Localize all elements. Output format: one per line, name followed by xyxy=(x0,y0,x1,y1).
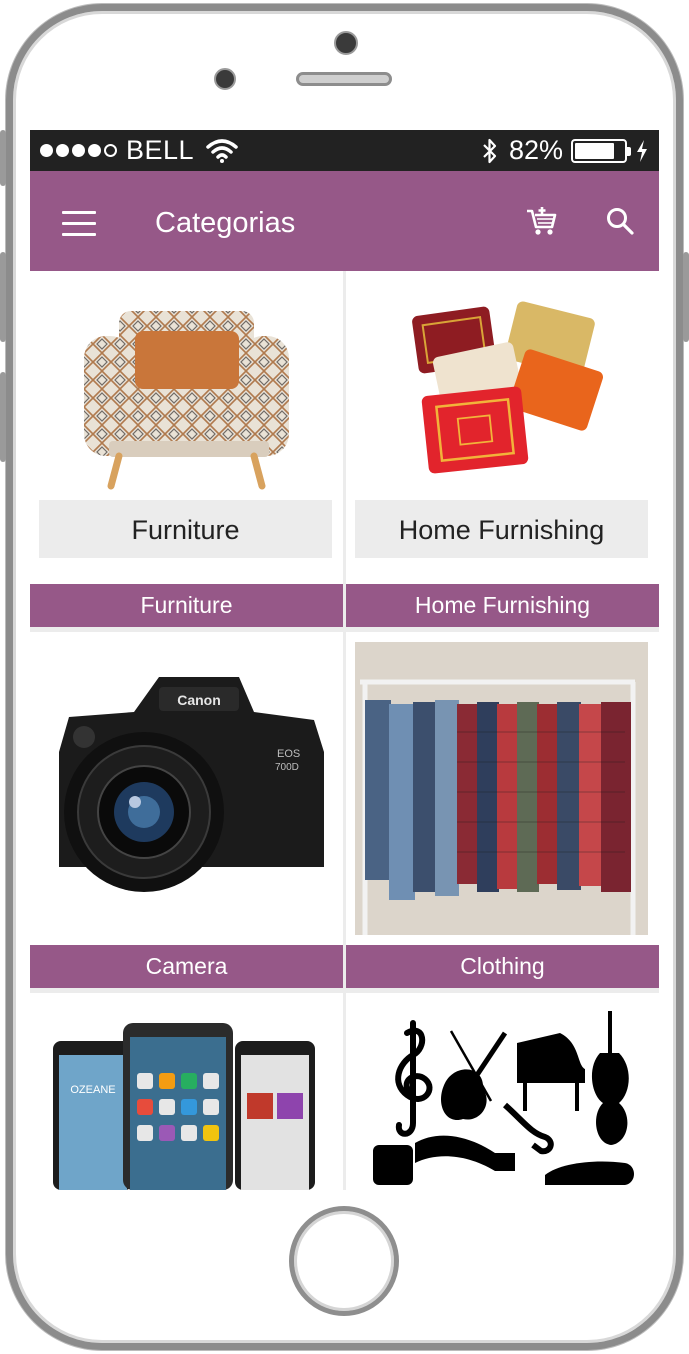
carrier-name: BELL xyxy=(126,135,195,165)
status-right: 82% xyxy=(481,130,649,171)
battery-level xyxy=(575,142,615,159)
signal-dot xyxy=(56,144,69,157)
svg-text:EOS: EOS xyxy=(277,748,300,760)
power-button xyxy=(683,252,689,342)
sensor-icon xyxy=(214,68,236,90)
image-label: Home Furnishing xyxy=(355,500,648,558)
category-card-furniture[interactable]: Furniture Furniture xyxy=(30,271,343,627)
front-camera-icon xyxy=(334,31,358,55)
battery-percentage: 82% xyxy=(508,135,563,165)
mute-switch xyxy=(0,130,6,186)
category-caption: Furniture xyxy=(30,584,343,627)
signal-dot xyxy=(88,144,101,157)
svg-text:OZEANE: OZEANE xyxy=(70,1084,115,1096)
signal-dot xyxy=(104,144,117,157)
category-image: OZEANE xyxy=(39,1003,332,1190)
signal-dot xyxy=(72,144,85,157)
category-image: Home Furnishing xyxy=(355,281,648,574)
screen: BELL 82% Categorias Furniture Furniture … xyxy=(30,130,659,1190)
armchair-image xyxy=(84,311,289,490)
bluetooth-icon xyxy=(483,138,497,163)
hamburger-menu-icon[interactable] xyxy=(62,211,96,237)
category-caption: Home Furnishing xyxy=(346,584,659,627)
category-caption: Camera xyxy=(30,945,343,988)
home-button[interactable] xyxy=(289,1206,399,1316)
svg-text:700D: 700D xyxy=(275,762,299,773)
category-card-smartphones[interactable]: OZEANE xyxy=(30,993,343,1190)
signal-dot xyxy=(40,144,53,157)
svg-text:Canon: Canon xyxy=(177,692,221,708)
category-image: Furniture xyxy=(39,281,332,574)
camera-image: Canon EOS 700D xyxy=(59,677,324,892)
shopping-cart-icon[interactable] xyxy=(526,205,558,237)
category-image xyxy=(355,1003,648,1190)
page-title: Categorias xyxy=(155,207,296,239)
volume-down-button xyxy=(0,372,6,462)
category-image xyxy=(355,642,648,935)
cushions-image xyxy=(412,301,604,474)
clothes-rack-image xyxy=(355,642,648,935)
battery-icon xyxy=(571,138,631,163)
category-card-home-furnishing[interactable]: Home Furnishing Home Furnishing xyxy=(346,271,659,627)
musical-instruments-image xyxy=(373,1011,634,1185)
wifi-icon xyxy=(206,138,238,163)
earpiece-speaker xyxy=(296,72,392,86)
image-label: Furniture xyxy=(39,500,332,558)
category-caption: Clothing xyxy=(346,945,659,988)
status-bar: BELL 82% xyxy=(30,130,659,171)
category-card-clothing[interactable]: Clothing xyxy=(346,632,659,988)
category-image: Canon EOS 700D xyxy=(39,642,332,935)
category-card-camera[interactable]: Canon EOS 700D Camera xyxy=(30,632,343,988)
charging-icon xyxy=(637,139,647,162)
smartphones-image: OZEANE xyxy=(53,1023,315,1190)
category-card-music[interactable] xyxy=(346,993,659,1190)
app-bar: Categorias xyxy=(30,171,659,271)
search-icon[interactable] xyxy=(606,207,634,235)
signal-strength: BELL xyxy=(40,135,238,166)
volume-up-button xyxy=(0,252,6,342)
